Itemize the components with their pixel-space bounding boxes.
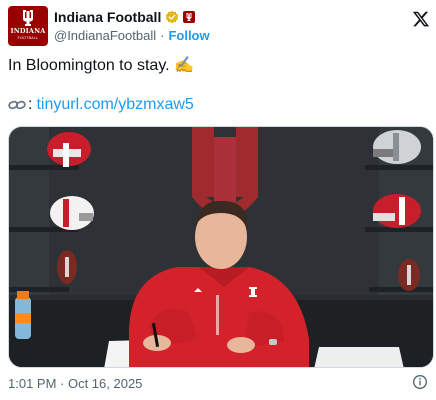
verified-badge-icon <box>166 10 179 24</box>
x-logo-icon[interactable] <box>412 10 430 28</box>
author-info: Indiana Football @IndianaFootball · Foll… <box>54 8 210 44</box>
tweet-card: INDIANA FOOTBALL Indiana Football @India… <box>0 0 436 400</box>
link-chain-icon <box>8 100 26 110</box>
tweet-timestamp[interactable]: 1:01 PM · Oct 16, 2025 <box>8 376 142 391</box>
link-prefix: : <box>28 96 33 113</box>
football-right <box>398 259 420 291</box>
avatar-wordmark: INDIANA <box>10 27 46 35</box>
photo-coach-signing <box>9 127 433 367</box>
tweet-link[interactable]: tinyurl.com/ybzmxaw5 <box>36 95 193 115</box>
iu-affiliate-icon[interactable] <box>183 11 196 23</box>
author-display-name[interactable]: Indiana Football <box>54 9 161 25</box>
follow-button[interactable]: Follow <box>168 28 209 43</box>
tweet-text: In Bloomington to stay. ✍️ <box>8 57 194 74</box>
tweet-link-line: : tinyurl.com/ybzmxaw5 <box>8 95 194 115</box>
helmet-right-top <box>373 130 421 164</box>
helmet-left-mid <box>50 196 94 230</box>
info-icon[interactable] <box>412 374 428 390</box>
football-left <box>57 250 77 284</box>
tweet-photo[interactable] <box>8 126 434 368</box>
separator-dot: · <box>160 27 165 43</box>
helmet-right-mid <box>373 194 421 228</box>
avatar[interactable]: INDIANA FOOTBALL <box>8 6 48 46</box>
iu-trident-icon <box>23 10 33 26</box>
tweet-header: INDIANA FOOTBALL Indiana Football @India… <box>6 6 430 46</box>
author-handle[interactable]: @IndianaFootball <box>54 28 156 43</box>
avatar-subtext: FOOTBALL <box>17 36 39 40</box>
water-bottle <box>15 291 31 339</box>
